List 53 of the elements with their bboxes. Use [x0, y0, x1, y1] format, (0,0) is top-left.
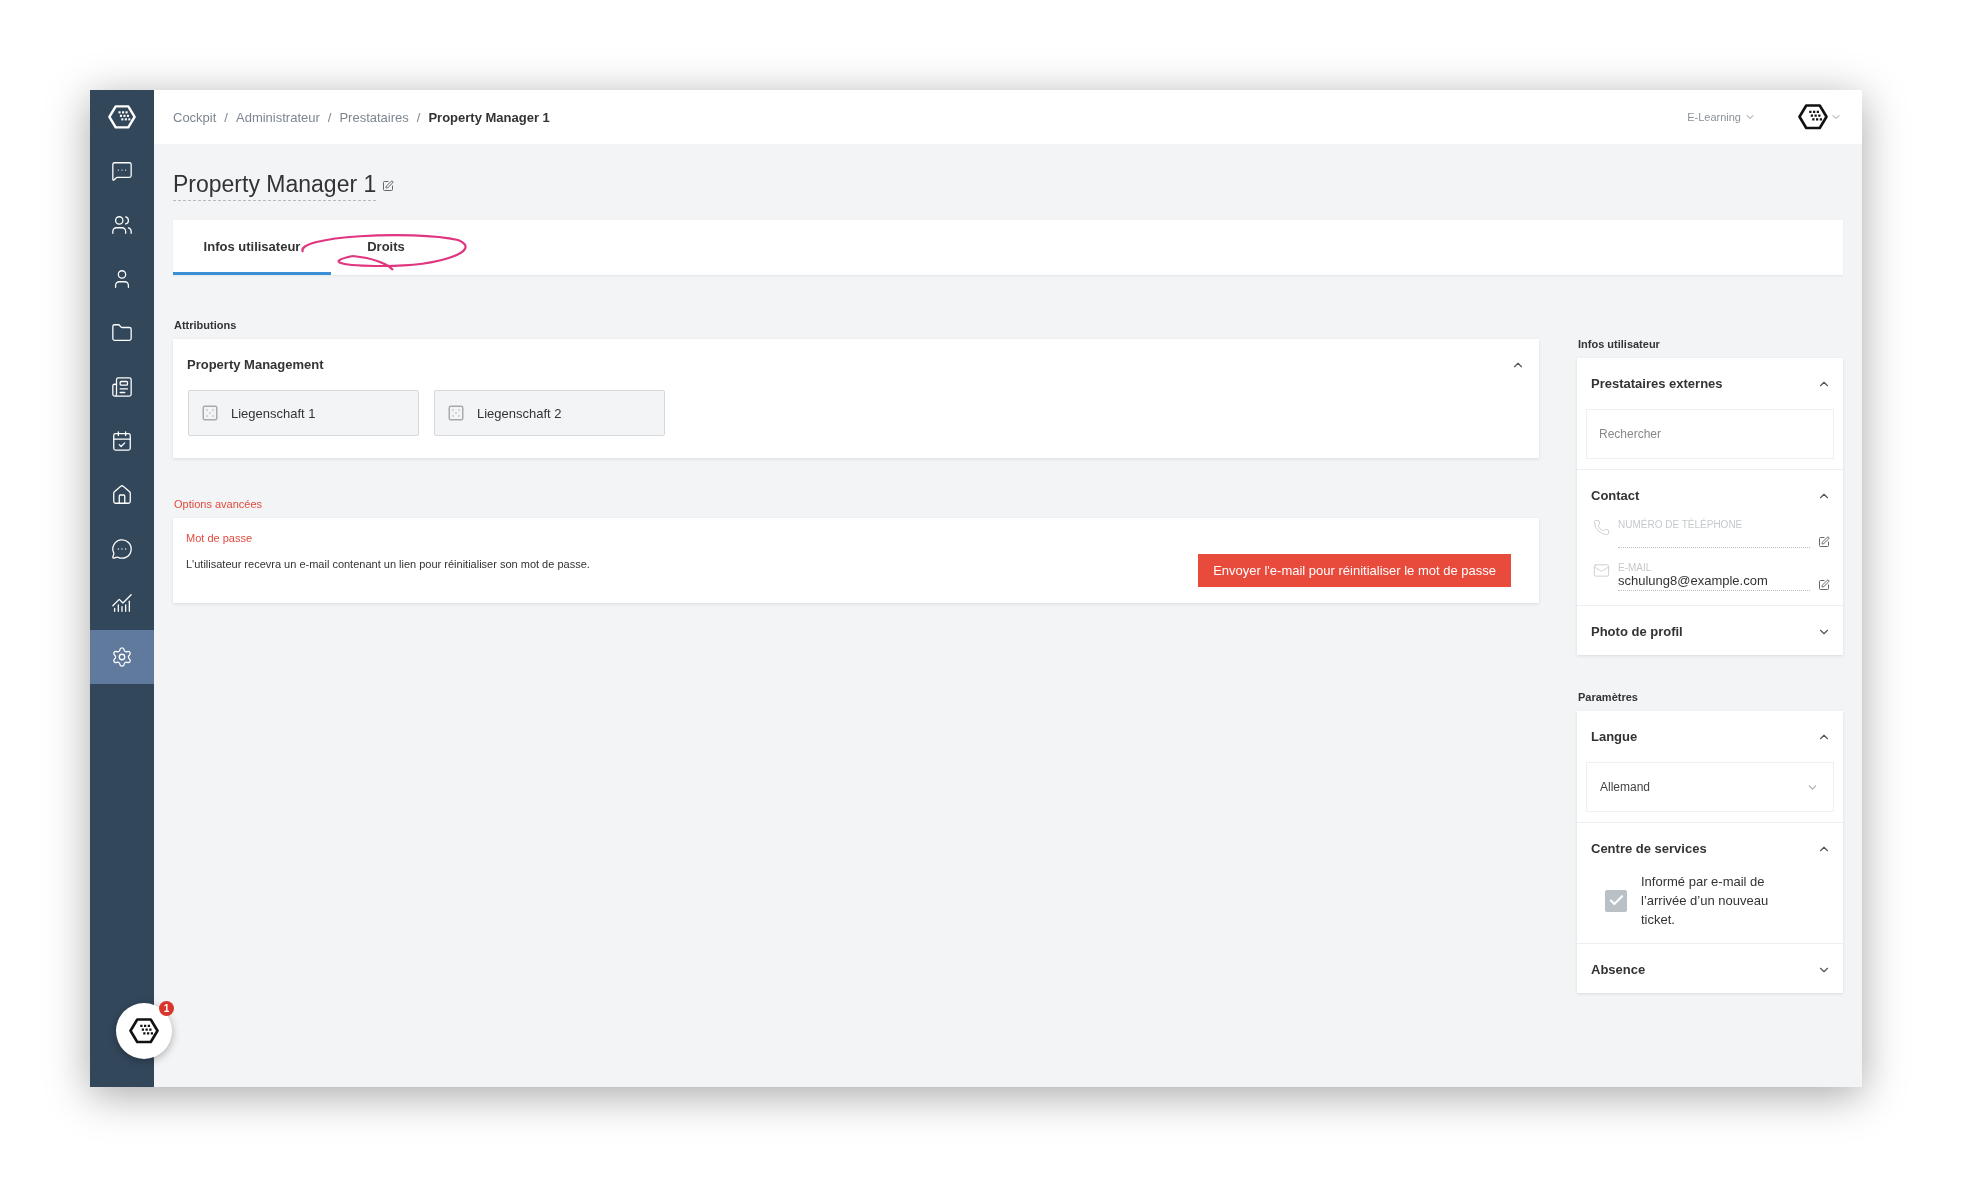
- tab[interactable]: Infos utilisateur: [173, 220, 331, 275]
- section-title[interactable]: Prestataires externes: [1591, 376, 1723, 391]
- logo-icon: [129, 1018, 159, 1044]
- group-title[interactable]: Property Management: [187, 357, 324, 372]
- chart-icon: [111, 592, 133, 614]
- section-title[interactable]: Centre de services: [1591, 841, 1707, 856]
- section-title[interactable]: Absence: [1591, 962, 1646, 977]
- property-chip[interactable]: Liegenschaft 2: [434, 390, 665, 436]
- language-select[interactable]: Allemand: [1586, 762, 1834, 812]
- breadcrumb-link[interactable]: Cockpit: [173, 109, 217, 125]
- field-label: NUMÉRO DE TÉLÉPHONE: [1618, 519, 1744, 530]
- edit-icon[interactable]: [382, 180, 395, 192]
- tab[interactable]: Droits: [331, 220, 441, 275]
- logo-icon: [1798, 104, 1828, 130]
- section-title[interactable]: Langue: [1591, 729, 1638, 744]
- description-text: L'utilisateur recevra un e-mail contenant un lien pour réinitialiser son mot de passe.: [186, 558, 590, 570]
- field-label: E-MAIL: [1618, 562, 1653, 573]
- section-title[interactable]: Contact: [1591, 488, 1640, 503]
- breadcrumb-link[interactable]: Administrateur: [236, 109, 320, 125]
- calendar-check-icon: [111, 430, 133, 452]
- newspaper-icon: [111, 376, 133, 398]
- phone-icon: [1593, 519, 1610, 536]
- edit-icon[interactable]: [1818, 579, 1830, 591]
- breadcrumb-link[interactable]: Prestataires: [339, 109, 409, 125]
- chat-launcher[interactable]: 1: [116, 1003, 172, 1059]
- reset-password-button[interactable]: Envoyer l'e-mail pour réinitialiser le mot de passe: [1198, 554, 1511, 587]
- section-heading: Infos utilisateur: [1578, 338, 1661, 350]
- section-heading: Options avancées: [174, 498, 264, 510]
- page-title[interactable]: Property Manager 1: [173, 171, 377, 201]
- section-title[interactable]: Photo de profil: [1591, 624, 1683, 639]
- breadcrumb-separator: /: [224, 109, 228, 125]
- group-icon: [111, 214, 133, 236]
- section-heading: Paramètres: [1578, 691, 1639, 703]
- breadcrumb-separator: /: [416, 109, 421, 125]
- section-heading: Attributions: [174, 319, 238, 331]
- email-field[interactable]: schulung8@example.com: [1618, 573, 1810, 591]
- mail-icon: [1593, 562, 1610, 579]
- account-menu[interactable]: [1798, 104, 1842, 130]
- logo-icon: [108, 105, 136, 129]
- checkbox-label: Informé par e-mail de l’arrivée d’un nouveau ticket.: [1641, 873, 1770, 929]
- folder-icon: [111, 322, 133, 344]
- home-icon: [111, 484, 133, 506]
- nav-item[interactable]: [90, 630, 154, 684]
- chat-icon: [111, 538, 133, 560]
- subheading: Mot de passe: [186, 532, 254, 544]
- breadcrumb-link[interactable]: Property Manager 1: [428, 109, 550, 125]
- property-chip[interactable]: Liegenschaft 1: [188, 390, 419, 436]
- notification-badge: 1: [159, 1001, 174, 1016]
- search-field[interactable]: Rechercher: [1586, 409, 1834, 459]
- settings-icon: [111, 646, 133, 668]
- breadcrumb-separator: /: [327, 109, 332, 125]
- edit-icon[interactable]: [1818, 536, 1830, 548]
- checkbox[interactable]: [1605, 889, 1627, 912]
